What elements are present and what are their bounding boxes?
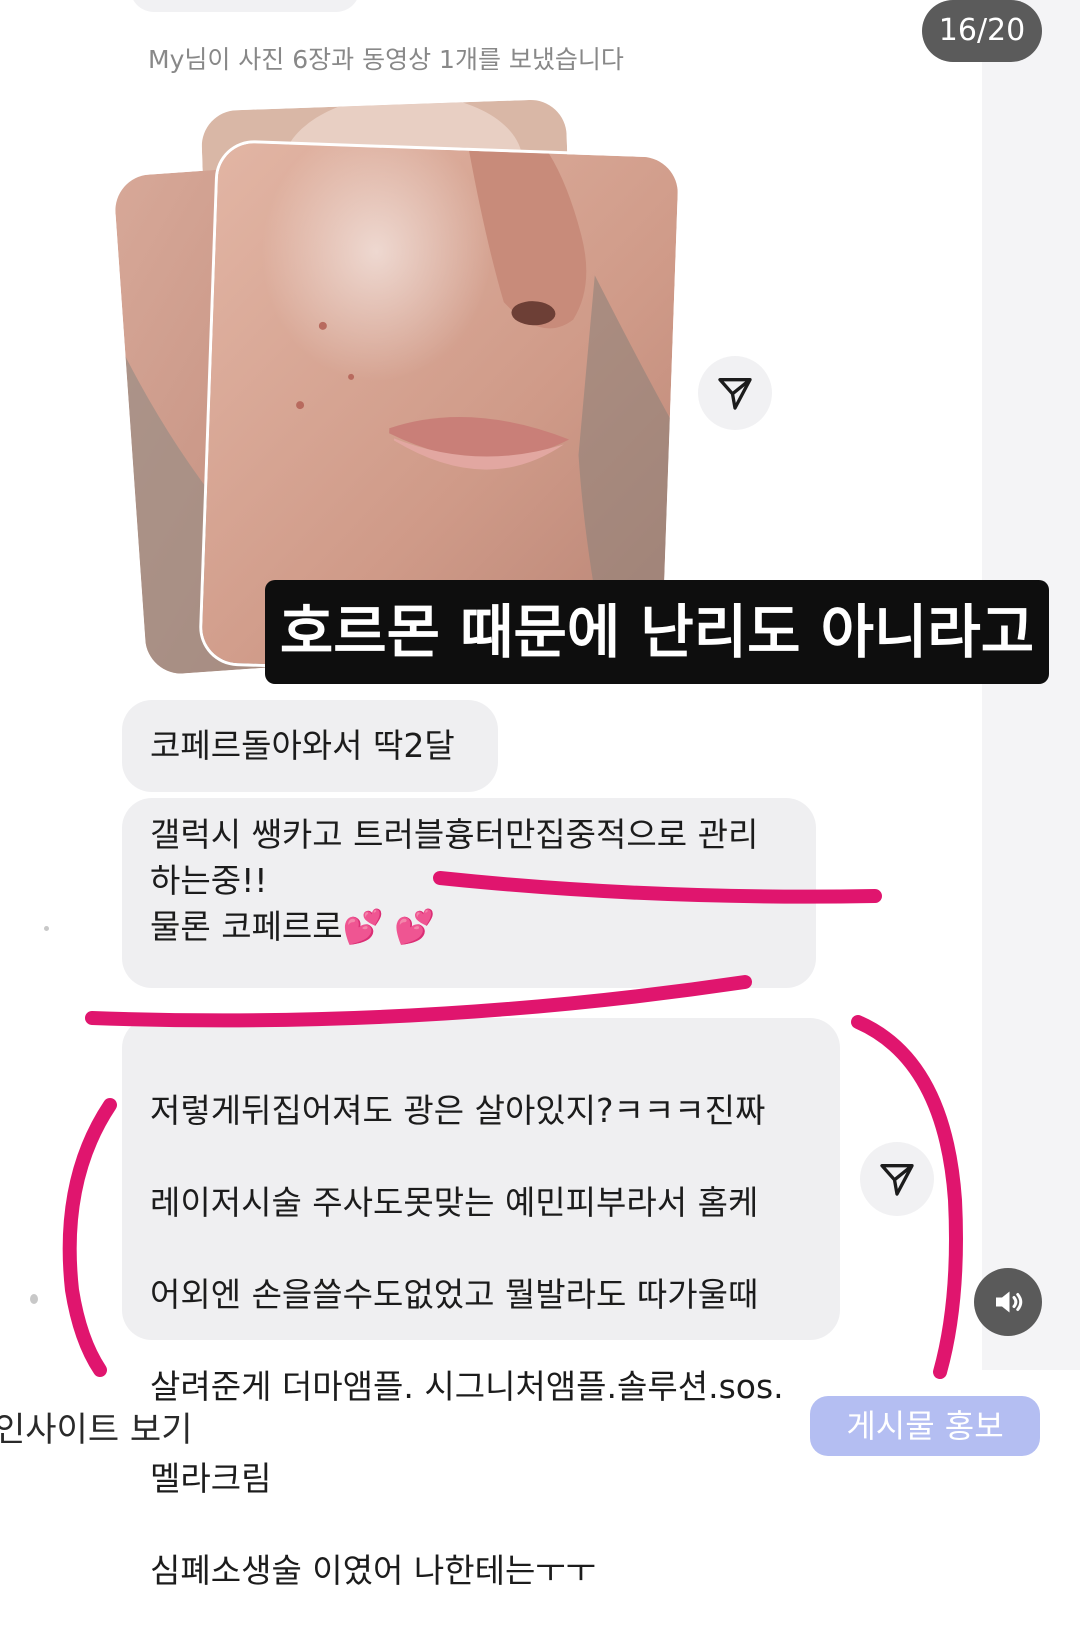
sent-media-notice: My님이 사진 6장과 동영상 1개를 보냈습니다 <box>148 45 624 74</box>
message-bubble[interactable]: 저렇게뒤집어져도 광은 살아있지?ㅋㅋㅋ진짜 레이저시술 주사도못맞는 예민피부… <box>122 1018 840 1590</box>
story-counter-badge: 16/20 <box>922 0 1042 62</box>
message-line: 저렇게뒤집어져도 광은 살아있지?ㅋㅋㅋ진짜 <box>150 1091 766 1130</box>
decorative-dot <box>44 926 49 931</box>
send-icon <box>880 1164 914 1196</box>
previous-message-bubble <box>130 0 360 12</box>
share-button[interactable] <box>698 356 772 430</box>
message-line: 어외엔 손을쓸수도없었고 뭘발라도 따가울때 <box>150 1275 759 1314</box>
view-insights-link[interactable]: 인사이트 보기 <box>0 1402 193 1451</box>
message-bubble[interactable]: 갤럭시 쌩카고 트러블흉터만집중적으로 관리 하는중!! 물론 코페르로💕 💕 <box>122 798 816 988</box>
message-line: 멜라크림 <box>150 1459 272 1498</box>
right-edge-panel <box>982 0 1080 1370</box>
send-icon <box>718 378 752 410</box>
volume-icon <box>996 1291 1023 1313</box>
decorative-dot <box>30 1294 38 1304</box>
share-button[interactable] <box>860 1142 934 1216</box>
message-line: 레이저시술 주사도못맞는 예민피부라서 홈케 <box>150 1183 759 1222</box>
message-line: 살려준게 더마앰플. 시그니처앰플.솔루션.sos. <box>150 1367 784 1406</box>
story-text-overlay: 호르몬 때문에 난리도 아니라고 <box>265 580 1049 684</box>
message-line: 심폐소생술 이였어 나한테는ㅜㅜ <box>150 1551 597 1590</box>
bracket-stroke <box>62 1098 117 1377</box>
mute-toggle-button[interactable] <box>974 1268 1042 1336</box>
promote-post-button[interactable]: 게시물 홍보 <box>810 1396 1040 1456</box>
message-bubble[interactable]: 코페르돌아와서 딱2달 <box>122 700 498 792</box>
